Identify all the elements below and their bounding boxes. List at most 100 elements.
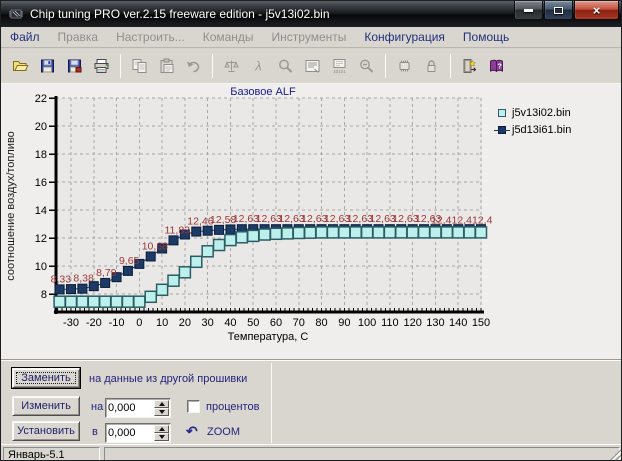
percent-label: процентов <box>206 401 259 413</box>
svg-text:40: 40 <box>224 317 236 329</box>
menu-item-help[interactable]: Помощь <box>454 28 518 46</box>
svg-text:50: 50 <box>247 317 259 329</box>
svg-text:20: 20 <box>35 121 47 133</box>
replace-button[interactable]: Заменить <box>12 368 80 388</box>
resize-grip[interactable] <box>609 448 622 461</box>
maximize-button[interactable] <box>544 1 573 20</box>
svg-text:12,4: 12,4 <box>431 214 452 226</box>
svg-text:70: 70 <box>293 317 305 329</box>
percent-checkbox[interactable] <box>187 400 200 413</box>
svg-text:10: 10 <box>156 317 168 329</box>
open-folder-icon <box>12 58 29 74</box>
svg-text:22: 22 <box>35 93 47 105</box>
svg-text:14: 14 <box>35 205 47 217</box>
svg-text:100: 100 <box>358 317 376 329</box>
svg-text:-30: -30 <box>63 317 79 329</box>
legend-label: j5v13i02.bin <box>512 107 571 119</box>
arrow-down-icon <box>159 410 165 414</box>
window-title: Chip tuning PRO ver.2.15 freeware editio… <box>30 7 330 21</box>
legend-item: j5v13i02.bin <box>498 104 571 121</box>
edit-panel: Заменить на данные из другой прошивки Из… <box>1 360 622 444</box>
change-spin-up-button[interactable] <box>154 400 169 408</box>
svg-text:16: 16 <box>35 177 47 189</box>
arrow-up-icon <box>159 427 165 431</box>
toolbar-print-button[interactable] <box>88 53 115 79</box>
arrow-up-icon <box>159 402 165 406</box>
svg-text:12: 12 <box>35 233 47 245</box>
title-bar[interactable]: Chip tuning PRO ver.2.15 freeware editio… <box>1 1 621 27</box>
set-spin-down-button[interactable] <box>154 433 169 441</box>
toolbar-lock-button <box>418 53 445 79</box>
maximize-icon <box>554 7 563 14</box>
toolbar-help-button[interactable]: ? <box>483 53 510 79</box>
toolbar-open-button[interactable] <box>7 53 34 79</box>
svg-text:130: 130 <box>426 317 444 329</box>
undo-zoom-icon[interactable]: ↶ <box>186 424 198 438</box>
legend-item: j5d13i61.bin <box>498 121 571 138</box>
toolbar-exit-button[interactable] <box>456 53 483 79</box>
scales-icon <box>223 58 240 74</box>
change-value-spinner <box>105 398 171 418</box>
set-value-input[interactable] <box>108 425 152 441</box>
menu-item-configuration[interactable]: Конфигурация <box>355 28 454 46</box>
set-spin-up-button[interactable] <box>154 425 169 433</box>
svg-text:20: 20 <box>179 317 191 329</box>
toolbar-separator <box>385 54 386 78</box>
svg-text:150: 150 <box>472 317 490 329</box>
svg-text:18: 18 <box>35 149 47 161</box>
chip-icon <box>396 58 413 74</box>
print-icon <box>93 58 110 74</box>
svg-text:140: 140 <box>449 317 467 329</box>
set-button[interactable]: Установить <box>12 421 80 441</box>
svg-text:?: ? <box>497 62 502 71</box>
chart-legend: j5v13i02.bin j5d13i61.bin <box>498 104 571 138</box>
svg-text:-10: -10 <box>109 317 125 329</box>
menu-item-setup: Настроить... <box>107 28 194 46</box>
close-icon: × <box>593 4 601 17</box>
set-value-spinner <box>105 423 171 443</box>
change-button[interactable]: Изменить <box>12 396 80 416</box>
set-prefix-label: в <box>92 426 98 438</box>
svg-text:λ: λ <box>254 59 261 74</box>
toolbar-save-as-button[interactable] <box>61 53 88 79</box>
menu-item-edit: Правка <box>49 28 108 46</box>
svg-text:Базовое ALF: Базовое ALF <box>230 86 296 98</box>
svg-text:9,65: 9,65 <box>119 255 140 267</box>
app-chip-icon <box>8 6 24 22</box>
menu-item-file[interactable]: Файл <box>1 28 49 46</box>
toolbar-compare-button <box>218 53 245 79</box>
svg-text:120: 120 <box>403 317 421 329</box>
arrow-down-icon <box>159 435 165 439</box>
app-window: Chip tuning PRO ver.2.15 freeware editio… <box>0 0 622 461</box>
minimize-button[interactable] <box>514 1 543 20</box>
svg-text:0: 0 <box>136 317 142 329</box>
copy-icon <box>131 58 148 74</box>
save-as-icon <box>66 58 83 74</box>
magnifier-icon <box>277 58 294 74</box>
replace-caption: на данные из другой прошивки <box>89 373 247 385</box>
toolbar-save-button[interactable] <box>34 53 61 79</box>
save-icon <box>39 58 56 74</box>
toolbar-paste-button <box>153 53 180 79</box>
svg-text:-20: -20 <box>86 317 102 329</box>
close-button[interactable]: × <box>574 1 619 20</box>
legend-marker-icon <box>498 109 506 117</box>
svg-text:10: 10 <box>35 261 47 273</box>
svg-text:10101: 10101 <box>333 69 346 74</box>
status-bar: Январь-5.1 <box>1 444 622 461</box>
legend-label: j5d13i61.bin <box>512 124 571 136</box>
panel-divider <box>271 363 272 443</box>
paste-icon <box>158 58 175 74</box>
toolbar-separator <box>450 54 451 78</box>
change-value-input[interactable] <box>108 400 152 416</box>
undo-icon <box>185 58 202 74</box>
change-spin-down-button[interactable] <box>154 408 169 416</box>
menu-item-tools: Инструменты <box>263 28 356 46</box>
svg-text:60: 60 <box>270 317 282 329</box>
exit-door-icon <box>461 58 478 74</box>
change-prefix-label: на <box>91 401 103 413</box>
svg-text:12,4: 12,4 <box>472 214 493 226</box>
binary-icon: 10101 <box>331 58 348 74</box>
lambda-icon: λ <box>250 58 267 74</box>
svg-text:10,68: 10,68 <box>142 240 168 252</box>
